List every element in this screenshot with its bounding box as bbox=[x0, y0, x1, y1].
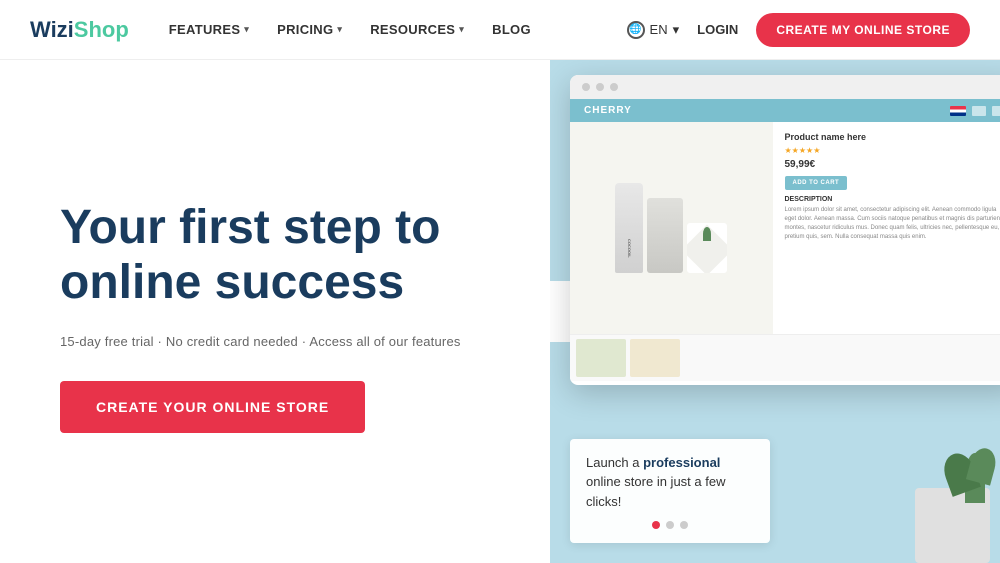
plant-stem-3 bbox=[966, 445, 999, 485]
browser-dot-2 bbox=[596, 83, 604, 91]
browser-mockup: CHERRY COCOOIL bbox=[570, 75, 1000, 385]
user-icon bbox=[972, 106, 986, 116]
description-label: DESCRIPTION bbox=[785, 196, 1000, 203]
logo-shop: Shop bbox=[74, 17, 129, 42]
nav-links: FEATURES ▾ PRICING ▾ RESOURCES ▾ BLOG bbox=[169, 22, 627, 37]
product-image-area: COCOOIL bbox=[570, 122, 773, 334]
login-link[interactable]: LOGIN bbox=[697, 22, 738, 37]
bottle-label: COCOOIL bbox=[627, 239, 632, 258]
nav-right: 🌐 EN ▾ LOGIN CREATE MY ONLINE STORE bbox=[627, 13, 970, 47]
nav-features[interactable]: FEATURES ▾ bbox=[169, 22, 249, 37]
create-store-nav-button[interactable]: CREATE MY ONLINE STORE bbox=[756, 13, 970, 47]
planter bbox=[687, 223, 727, 273]
flag-icon bbox=[950, 106, 966, 116]
store-name: CHERRY bbox=[584, 105, 632, 116]
plant-decoration bbox=[910, 383, 1000, 563]
plant-leaf bbox=[703, 227, 711, 241]
description-text: Lorem ipsum dolor sit amet, consectetur … bbox=[785, 206, 1000, 242]
nav-pricing[interactable]: PRICING ▾ bbox=[277, 22, 342, 37]
bottle-wide bbox=[647, 198, 683, 273]
browser-dot-3 bbox=[610, 83, 618, 91]
language-selector[interactable]: 🌐 EN ▾ bbox=[627, 21, 680, 39]
hero-title: Your first step to online success bbox=[60, 200, 500, 310]
thumbnail-strip bbox=[570, 334, 1000, 381]
hero-section: Your first step to online success 15-day… bbox=[0, 60, 550, 563]
info-box-text: Launch a professional online store in ju… bbox=[586, 453, 754, 512]
hero-subtitle: 15-day free trial · No credit card neede… bbox=[60, 334, 500, 349]
bottle-tall: COCOOIL bbox=[615, 183, 643, 273]
main-content: Your first step to online success 15-day… bbox=[0, 60, 1000, 563]
product-area: COCOOIL Product name here ★★★★★ 59, bbox=[570, 122, 1000, 334]
info-text-normal: Launch a bbox=[586, 455, 643, 470]
right-section: CHERRY COCOOIL bbox=[550, 60, 1000, 563]
chevron-down-icon: ▾ bbox=[459, 24, 464, 35]
globe-icon: 🌐 bbox=[627, 21, 645, 39]
add-to-cart-button[interactable]: ADD TO CART bbox=[785, 176, 848, 190]
carousel-dot-3[interactable] bbox=[680, 521, 688, 529]
browser-dot-1 bbox=[582, 83, 590, 91]
logo: WiziShop bbox=[30, 17, 129, 43]
chevron-down-icon: ▾ bbox=[244, 24, 249, 35]
cart-icon bbox=[992, 106, 1000, 116]
store-header-icons bbox=[950, 106, 1000, 116]
info-text-bold: professional bbox=[643, 455, 720, 470]
product-price: 59,99€ bbox=[785, 159, 1000, 170]
nav-blog[interactable]: BLOG bbox=[492, 22, 531, 37]
product-bottles: COCOOIL bbox=[605, 173, 737, 283]
info-text-end: online store in just a few clicks! bbox=[586, 474, 725, 509]
product-stars: ★★★★★ bbox=[785, 146, 1000, 155]
thumbnail-1 bbox=[576, 339, 626, 377]
navbar: WiziShop FEATURES ▾ PRICING ▾ RESOURCES … bbox=[0, 0, 1000, 60]
browser-bar bbox=[570, 75, 1000, 99]
product-name: Product name here bbox=[785, 132, 1000, 142]
info-box: Launch a professional online store in ju… bbox=[570, 439, 770, 544]
create-store-main-button[interactable]: CREATE YOUR ONLINE STORE bbox=[60, 381, 365, 433]
nav-resources[interactable]: RESOURCES ▾ bbox=[370, 22, 464, 37]
thumbnail-2 bbox=[630, 339, 680, 377]
store-header: CHERRY bbox=[570, 99, 1000, 122]
chevron-down-icon: ▾ bbox=[337, 24, 342, 35]
product-info: Product name here ★★★★★ 59,99€ ADD TO CA… bbox=[773, 122, 1000, 334]
carousel-dot-1[interactable] bbox=[652, 521, 660, 529]
carousel-dots bbox=[586, 521, 754, 529]
chevron-down-icon: ▾ bbox=[673, 22, 680, 38]
logo-wizi: Wizi bbox=[30, 17, 74, 42]
carousel-dot-2[interactable] bbox=[666, 521, 674, 529]
browser-content: CHERRY COCOOIL bbox=[570, 99, 1000, 381]
